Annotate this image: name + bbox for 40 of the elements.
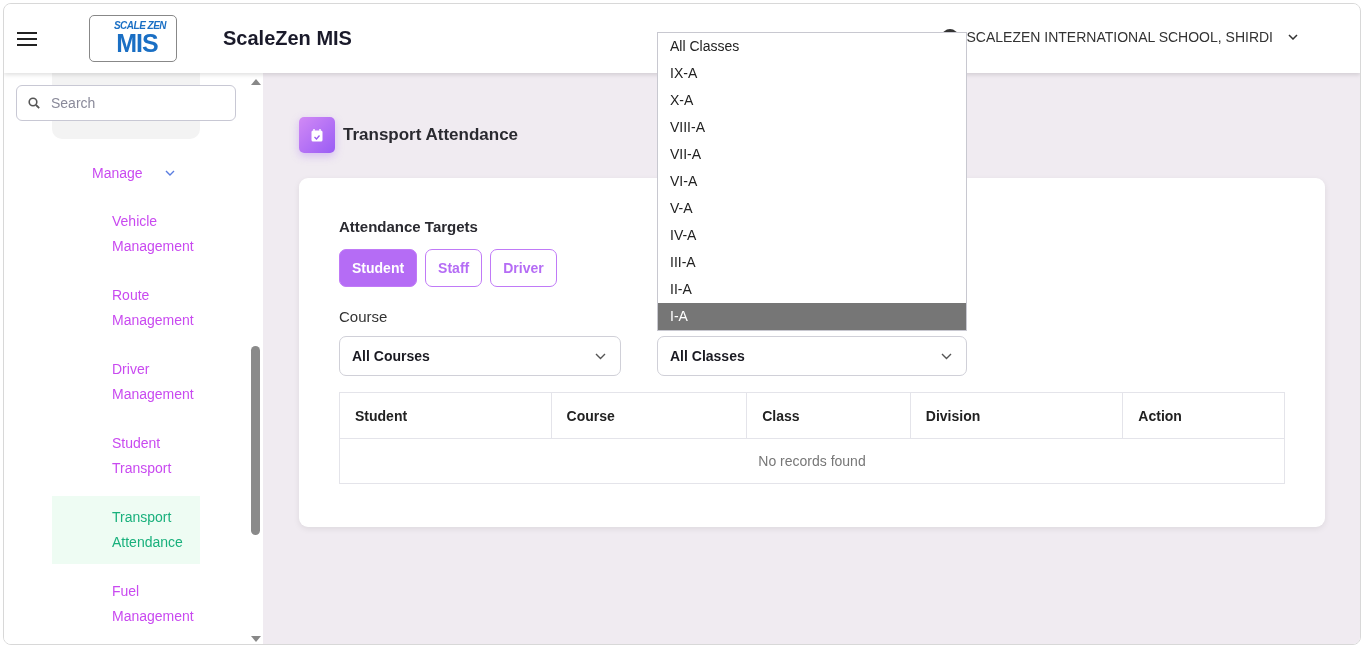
scrollbar-thumb[interactable] (251, 346, 260, 535)
search-field[interactable]: Search (16, 85, 236, 121)
app-title: ScaleZen MIS (223, 27, 352, 50)
dropdown-option[interactable]: V-A (658, 195, 966, 222)
search-icon (28, 97, 40, 109)
column-header: Action (1137, 406, 1183, 426)
dropdown-option[interactable]: IX-A (658, 60, 966, 87)
column-header: Course (551, 393, 748, 438)
field-label: Course (339, 308, 388, 325)
dropdown-option[interactable]: X-A (658, 87, 966, 114)
logo: SCALE ZEN MIS (89, 15, 177, 62)
chevron-down-icon (595, 352, 606, 360)
calendar-icon (311, 128, 323, 142)
school-name[interactable]: SCALEZEN INTERNATIONAL SCHOOL, SHIRDI (966, 29, 1273, 45)
column-header: Student (340, 393, 552, 438)
dropdown-option[interactable]: VII-A (658, 141, 966, 168)
sidebar-item[interactable]: Student Transport (52, 422, 200, 490)
page-title: Transport Attendance (343, 125, 519, 145)
course-select[interactable]: All Courses (339, 336, 621, 376)
class-select[interactable]: All Classes (657, 336, 967, 376)
sidebar-item[interactable]: Vehicle Management (52, 200, 200, 268)
dropdown-option[interactable]: VI-A (658, 168, 966, 195)
dropdown-option[interactable]: VIII-A (658, 114, 966, 141)
empty-message: No records found (758, 453, 866, 469)
sidebar-item[interactable]: Route Management (52, 274, 200, 342)
dropdown-option[interactable]: IV-A (658, 222, 966, 249)
dropdown-option[interactable]: I-A (658, 303, 966, 330)
chevron-down-icon[interactable] (1288, 34, 1298, 40)
menu-icon[interactable] (17, 31, 37, 46)
chevron-down-icon (941, 352, 952, 360)
column-header: Division (910, 393, 1124, 438)
scroll-down-arrow-icon[interactable] (251, 636, 261, 642)
dropdown-option[interactable]: II-A (658, 276, 966, 303)
dropdown-option[interactable]: All Classes (658, 33, 966, 60)
sidebar-item[interactable]: Driver Management (52, 348, 200, 416)
menu-section[interactable]: Manage (92, 165, 143, 181)
column-header: Class (747, 393, 911, 438)
dropdown-option[interactable]: III-A (658, 249, 966, 276)
scroll-up-arrow-icon[interactable] (251, 79, 261, 85)
sidebar-item[interactable]: Fuel Management (52, 570, 200, 638)
